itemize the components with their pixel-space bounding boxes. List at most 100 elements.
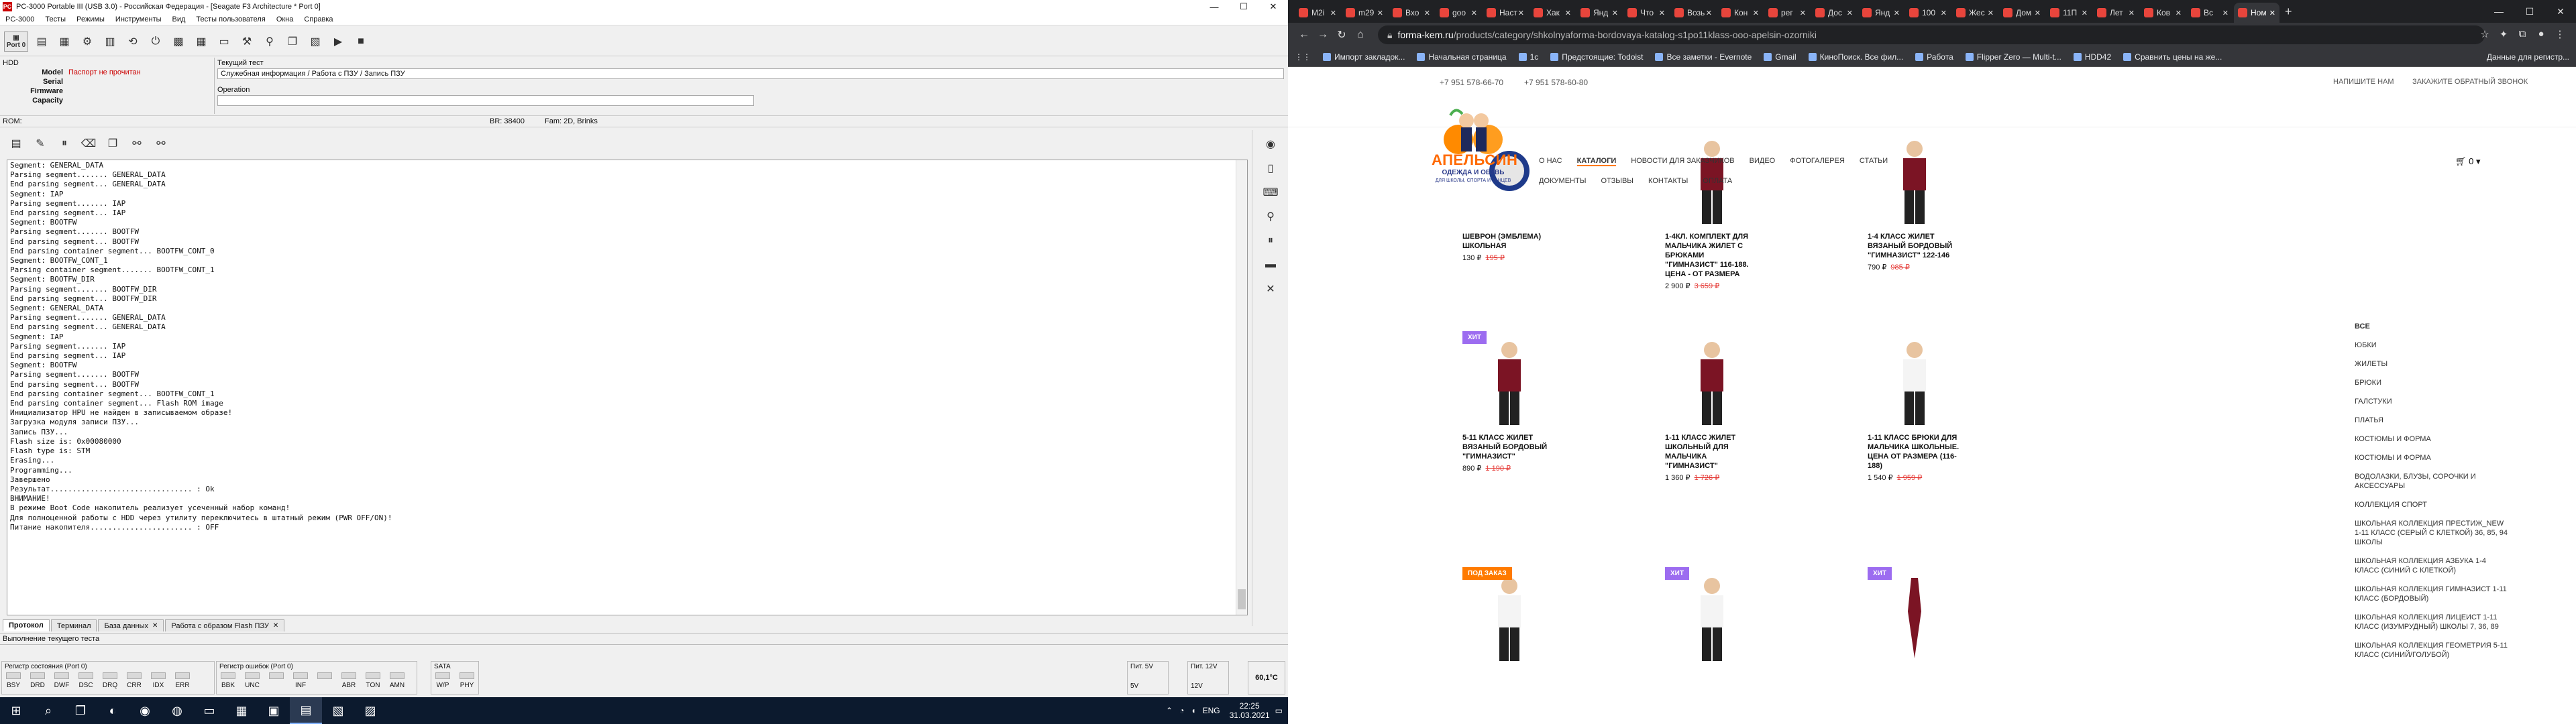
reset-icon[interactable]: ⟲	[123, 32, 142, 52]
bookmark-item[interactable]: HDD42	[2073, 52, 2111, 62]
save-icon[interactable]: ▦	[55, 32, 74, 52]
browser-tab[interactable]: Хак ✕	[1529, 3, 1575, 23]
terminal-icon[interactable]: ▭	[215, 32, 233, 52]
browser-tab[interactable]: Жес ✕	[1952, 3, 1998, 23]
product-card[interactable]: 1-11 КЛАСС ЖИЛЕТ ШКОЛЬНЫЙ ДЛЯ МАЛЬЧИКА "…	[1665, 335, 1759, 482]
nav-item[interactable]: ОТЗЫВЫ	[1601, 177, 1633, 185]
tab-close-icon[interactable]: ✕	[1847, 9, 1853, 17]
app2-icon[interactable]: ▣	[258, 697, 290, 724]
nav-item[interactable]: СТАТЬИ	[1860, 157, 1888, 166]
phone-1[interactable]: +7 951 578-66-70	[1440, 78, 1503, 87]
drive-icon[interactable]: ▥	[101, 32, 119, 52]
new-tab-icon[interactable]: +	[2285, 5, 2292, 19]
tab-close-icon[interactable]: ✕	[273, 622, 278, 629]
address-bar[interactable]: 🔒︎ forma-kem.ru/products/category/shkoln…	[1378, 25, 2485, 44]
bike-icon[interactable]: ⚲	[260, 32, 279, 52]
browser-tab[interactable]: Ков ✕	[2140, 3, 2186, 23]
product-card[interactable]: 1-11 КЛАСС БРЮКИ ДЛЯ МАЛЬЧИКА ШКОЛЬНЫЕ. …	[1868, 335, 1962, 482]
nav-item[interactable]: НОВОСТИ ДЛЯ ЗАКАЗЧИКОВ	[1631, 157, 1734, 166]
product-image[interactable]	[1868, 335, 1962, 429]
browser-tab[interactable]: Возь ✕	[1670, 3, 1716, 23]
nav-item[interactable]: КАТАЛОГИ	[1576, 157, 1617, 166]
product-card[interactable]: ХИТ 5-11 КЛАСС ЖИЛЕТ ВЯЗАНЫЙ БОРДОВЫЙ "ГИ…	[1462, 331, 1556, 473]
pause-icon[interactable]: ⏸	[55, 134, 74, 153]
sidebar-category[interactable]: БРЮКИ	[2355, 378, 2509, 387]
open-log-icon[interactable]: ▤	[7, 134, 25, 153]
browser-minimize-icon[interactable]: —	[2483, 0, 2514, 23]
browser-tab[interactable]: Что ✕	[1623, 3, 1669, 23]
product-card[interactable]: ХИТ	[1868, 567, 1962, 665]
browser-tab[interactable]: Наст ✕	[1483, 3, 1528, 23]
callback-link[interactable]: ЗАКАЖИТЕ ОБРАТНЫЙ ЗВОНОК	[2412, 78, 2528, 86]
menu-item[interactable]: Окна	[271, 15, 299, 23]
network-icon[interactable]: ◔	[1179, 706, 1184, 715]
browser-maximize-icon[interactable]: ☐	[2514, 0, 2545, 23]
menu-item[interactable]: Режимы	[71, 15, 110, 23]
bookmark-item[interactable]: КиноПоиск. Все фил...	[1808, 52, 1903, 62]
nav-item[interactable]: ДОКУМЕНТЫ	[1539, 177, 1586, 185]
bottom-tab[interactable]: Работа с образом Flash ПЗУ ✕	[165, 619, 285, 631]
tab-close-icon[interactable]: ✕	[1518, 9, 1524, 17]
sidebar-category[interactable]: ШКОЛЬНАЯ КОЛЛЕКЦИЯ ГЕОМЕТРИЯ 5-11 КЛАСС …	[2355, 641, 2509, 660]
sidebar-category[interactable]: ШКОЛЬНАЯ КОЛЛЕКЦИЯ ГИМНАЗИСТ 1-11 КЛАСС …	[2355, 585, 2509, 603]
grid-icon[interactable]: ▦	[192, 32, 211, 52]
back-icon[interactable]: ←	[1295, 29, 1313, 41]
bookmark-item[interactable]: Импорт закладок...	[1323, 52, 1405, 62]
site-logo[interactable]: АПЕЛЬСИН ОДЕЖДА И ОБУВЬ ДЛЯ ШКОЛЫ, СПОРТ…	[1432, 101, 1517, 194]
find-next-icon[interactable]: ⚯	[152, 134, 170, 153]
sidebar-category[interactable]: ЮБКИ	[2355, 341, 2509, 350]
browser-tab[interactable]: Дом ✕	[1999, 3, 2045, 23]
write-us-link[interactable]: НАПИШИТЕ НАМ	[2333, 78, 2394, 86]
browser-tab[interactable]: Янд ✕	[1576, 3, 1622, 23]
settings-icon[interactable]: ⚒	[237, 32, 256, 52]
keyboard-icon[interactable]: ⌨	[1259, 182, 1282, 202]
bookmark-item[interactable]: Flipper Zero — Multi-t...	[1965, 52, 2061, 62]
app-icon[interactable]: ▦	[225, 697, 258, 724]
bookmark-item[interactable]: 1с	[1518, 52, 1538, 62]
tray-chevron-icon[interactable]: ⌃	[1166, 706, 1173, 715]
product-image[interactable]: ХИТ	[1868, 567, 1962, 665]
sidebar-category[interactable]: ШКОЛЬНАЯ КОЛЛЕКЦИЯ ПРЕСТИЖ_NEW 1-11 КЛАС…	[2355, 519, 2509, 547]
menu-dots-icon[interactable]: ⋮	[2551, 28, 2569, 40]
sidebar-category[interactable]: КОЛЛЕКЦИЯ СПОРТ	[2355, 500, 2509, 509]
bookmark-item[interactable]: Работа	[1915, 52, 1953, 62]
open-icon[interactable]: ▤	[32, 32, 51, 52]
volume-icon[interactable]: ◖	[1191, 706, 1195, 715]
browser-tab[interactable]: Кон ✕	[1717, 3, 1763, 23]
browser-tab[interactable]: Янд ✕	[1858, 3, 1904, 23]
erase-icon[interactable]: ✎	[31, 134, 50, 153]
bookmark-item[interactable]: Начальная страница	[1417, 52, 1507, 62]
product-image[interactable]: ХИТ	[1462, 331, 1556, 429]
edge-icon[interactable]: ◐	[97, 697, 129, 724]
browser-tab[interactable]: рег ✕	[1764, 3, 1810, 23]
power-icon[interactable]: ⏻	[146, 32, 165, 52]
firefox-icon[interactable]: ◍	[161, 697, 193, 724]
report-icon[interactable]: ▧	[306, 32, 325, 52]
product-image[interactable]: ПОД ЗАКАЗ	[1462, 567, 1556, 665]
tab-close-icon[interactable]: ✕	[1471, 9, 1477, 17]
log-scrollbar[interactable]	[1236, 160, 1247, 615]
forward-icon[interactable]: →	[1313, 29, 1332, 41]
language-indicator[interactable]: ENG	[1203, 706, 1220, 715]
menu-item[interactable]: PC-3000	[0, 15, 40, 23]
clear-icon[interactable]: ⌫	[79, 134, 98, 153]
tab-close-icon[interactable]: ✕	[2082, 9, 2088, 17]
record-icon[interactable]: ◉	[1259, 134, 1282, 154]
menu-item[interactable]: Инструменты	[110, 15, 167, 23]
product-image[interactable]	[1665, 335, 1759, 429]
tab-close-icon[interactable]: ✕	[2129, 9, 2135, 17]
tab-close-icon[interactable]: ✕	[1800, 9, 1806, 17]
tab-close-icon[interactable]: ✕	[1330, 9, 1336, 17]
cart-button[interactable]: 🛒︎ 0 ▾	[2455, 156, 2481, 167]
explorer-icon[interactable]: ▭	[193, 697, 225, 724]
sidebar-category[interactable]: ЖИЛЕТЫ	[2355, 359, 2509, 369]
stop-icon[interactable]: ■	[352, 32, 370, 52]
bookmark-item[interactable]: Все заметки - Evernote	[1655, 52, 1752, 62]
task-view-icon[interactable]: ❐	[64, 697, 97, 724]
menu-item[interactable]: Тесты	[40, 15, 71, 23]
tab-close-icon[interactable]: ✕	[1753, 9, 1759, 17]
product-name[interactable]: 1-4КЛ. КОМПЛЕКТ ДЛЯ МАЛЬЧИКА ЖИЛЕТ С БРЮ…	[1665, 232, 1759, 279]
copy-icon[interactable]: ❐	[283, 32, 302, 52]
phone-icon[interactable]: ▯	[1259, 158, 1282, 178]
nav-item[interactable]: ВИДЕО	[1750, 157, 1776, 166]
